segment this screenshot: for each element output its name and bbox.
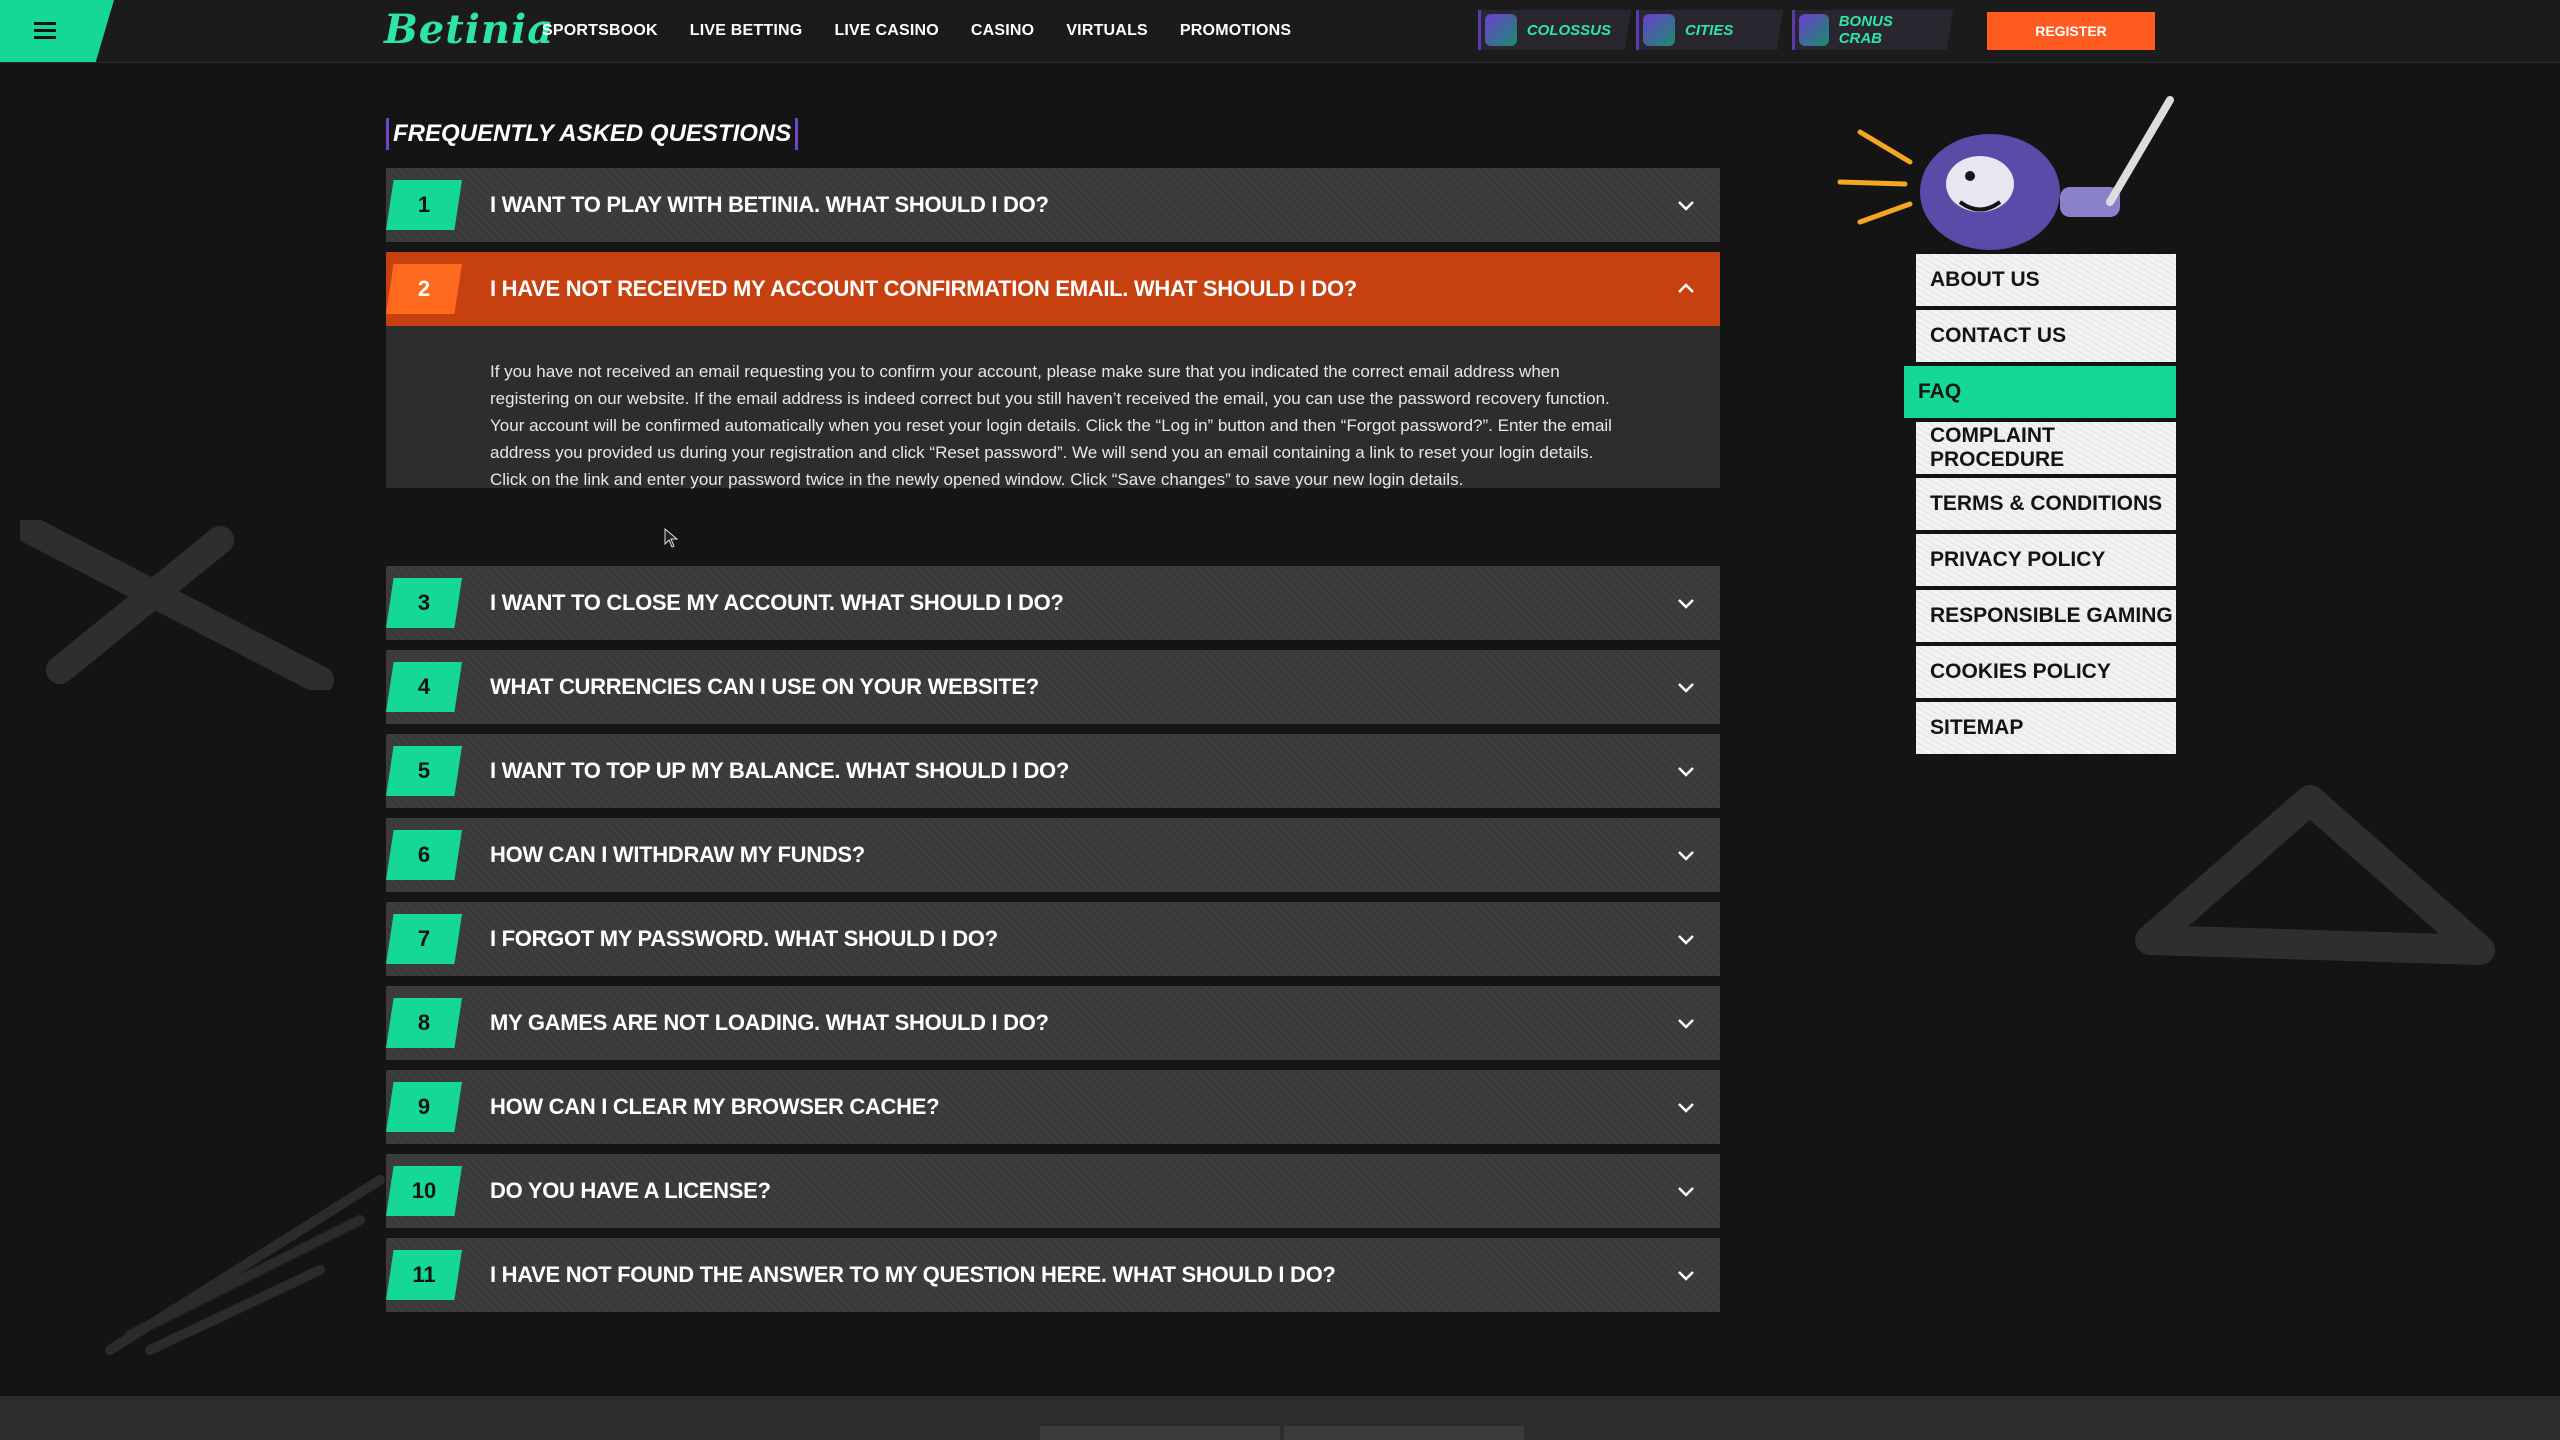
sidebar-item-sitemap[interactable]: Sitemap [1916, 702, 2176, 754]
faq-number: 11 [386, 1250, 462, 1300]
sidebar-item-privacy-policy[interactable]: Privacy policy [1916, 534, 2176, 586]
faq-question[interactable]: How can I clear my browser cache? [490, 1070, 940, 1144]
nav-live-betting[interactable]: LIVE BETTING [690, 22, 803, 40]
mouse-cursor-icon [664, 528, 679, 548]
faq-question[interactable]: I want to play with Betinia. What should… [490, 168, 1049, 242]
faq-number: 4 [386, 662, 462, 712]
faq-question-row[interactable]: 6 How can I withdraw my funds? [386, 818, 1720, 892]
faq-number: 2 [386, 264, 462, 314]
faq-question-row[interactable]: 11 I have not found the answer to my que… [386, 1238, 1720, 1312]
faq-title: FREQUENTLY ASKED QUESTIONS [386, 118, 799, 150]
chevron-down-icon[interactable] [1674, 1011, 1698, 1035]
faq-question[interactable]: Do you have a license? [490, 1154, 771, 1228]
faq-question-row[interactable]: 4 What currencies can I use on your webs… [386, 650, 1720, 724]
faq-number: 9 [386, 1082, 462, 1132]
faq-answer-text: If you have not received an email reques… [490, 362, 1612, 489]
promo-bonus-crab[interactable]: BONUS CRAB [1792, 10, 1953, 50]
faq-item-open[interactable]: 2 I have not received my account confirm… [386, 252, 1720, 489]
chevron-down-icon[interactable] [1674, 591, 1698, 615]
faq-answer: If you have not received an email reques… [386, 326, 1720, 489]
main-nav: SPORTSBOOK LIVE BETTING LIVE CASINO CASI… [542, 0, 1291, 62]
chevron-down-icon[interactable] [1674, 1095, 1698, 1119]
top-navigation-bar: Betinia SPORTSBOOK LIVE BETTING LIVE CAS… [0, 0, 2560, 63]
faq-question-row[interactable]: 10 Do you have a license? [386, 1154, 1720, 1228]
sidebar-item-cookies-policy[interactable]: Cookies policy [1916, 646, 2176, 698]
faq-number: 3 [386, 578, 462, 628]
faq-number: 7 [386, 914, 462, 964]
chevron-down-icon[interactable] [1674, 1263, 1698, 1287]
faq-item[interactable]: 7 I forgot my password. What should I do… [386, 902, 1720, 976]
promo-label: COLOSSUS [1526, 21, 1611, 39]
chevron-down-icon[interactable] [1674, 675, 1698, 699]
chevron-down-icon[interactable] [1674, 843, 1698, 867]
promo-label: CITIES [1685, 21, 1734, 39]
sidebar-item-complaint-procedure[interactable]: Complaint procedure [1916, 422, 2176, 474]
faq-item[interactable]: 9 How can I clear my browser cache? [386, 1070, 1720, 1144]
faq-item[interactable]: 6 How can I withdraw my funds? [386, 818, 1720, 892]
sidebar-item-about-us[interactable]: About us [1916, 254, 2176, 306]
faq-question-row[interactable]: 2 I have not received my account confirm… [386, 252, 1720, 326]
colossus-icon [1485, 14, 1517, 46]
cities-icon [1643, 14, 1675, 46]
chevron-down-icon[interactable] [1674, 759, 1698, 783]
x-scribble-decoration [20, 520, 334, 690]
nav-sportsbook[interactable]: SPORTSBOOK [542, 22, 658, 40]
register-button[interactable]: REGISTER [1987, 12, 2155, 50]
faq-question-row[interactable]: 3 I want to close my account. What shoul… [386, 566, 1720, 640]
triangle-scribble-decoration [2135, 785, 2495, 965]
footer-tab[interactable] [1284, 1426, 1524, 1440]
nav-promotions[interactable]: PROMOTIONS [1180, 22, 1291, 40]
faq-question-row[interactable]: 5 I want to top up my balance. What shou… [386, 734, 1720, 808]
faq-question[interactable]: I forgot my password. What should I do? [490, 902, 998, 976]
footer-tab[interactable] [1040, 1426, 1280, 1440]
faq-question[interactable]: What currencies can I use on your websit… [490, 650, 1039, 724]
faq-item[interactable]: 4 What currencies can I use on your webs… [386, 650, 1720, 724]
faq-question-row[interactable]: 1 I want to play with Betinia. What shou… [386, 168, 1720, 242]
nav-virtuals[interactable]: VIRTUALS [1066, 22, 1148, 40]
promo-label: BONUS CRAB [1838, 13, 1893, 47]
chevron-down-icon[interactable] [1674, 1179, 1698, 1203]
faq-item[interactable]: 11 I have not found the answer to my que… [386, 1238, 1720, 1312]
site-logo[interactable]: Betinia [384, 6, 554, 53]
chevron-up-icon[interactable] [1674, 277, 1698, 301]
chevron-down-icon[interactable] [1674, 193, 1698, 217]
faq-item[interactable]: 3 I want to close my account. What shoul… [386, 566, 1720, 640]
faq-number: 8 [386, 998, 462, 1048]
faq-number: 6 [386, 830, 462, 880]
menu-button[interactable] [0, 0, 114, 62]
footer [0, 1396, 2560, 1440]
faq-question[interactable]: I have not found the answer to my questi… [490, 1238, 1336, 1312]
tiger-mascot-icon [1837, 96, 2174, 250]
faq-question-row[interactable]: 8 My games are not loading. What should … [386, 986, 1720, 1060]
faq-number: 1 [386, 180, 462, 230]
faq-number: 10 [386, 1166, 462, 1216]
faq-item[interactable]: 8 My games are not loading. What should … [386, 986, 1720, 1060]
faq-item[interactable]: 5 I want to top up my balance. What shou… [386, 734, 1720, 808]
bonus-crab-icon [1799, 14, 1829, 46]
faq-question[interactable]: I want to close my account. What should … [490, 566, 1064, 640]
sidebar-item-faq[interactable]: FAQ [1904, 366, 2176, 418]
nav-casino[interactable]: CASINO [971, 22, 1034, 40]
faq-number: 5 [386, 746, 462, 796]
faq-item[interactable]: 10 Do you have a license? [386, 1154, 1720, 1228]
faq-question[interactable]: How can I withdraw my funds? [490, 818, 865, 892]
promo-colossus[interactable]: COLOSSUS [1478, 10, 1631, 50]
faq-question[interactable]: I want to top up my balance. What should… [490, 734, 1069, 808]
brush-scribble-decoration [105, 1175, 385, 1355]
faq-question[interactable]: My games are not loading. What should I … [490, 986, 1049, 1060]
sidebar-item-contact-us[interactable]: Contact us [1916, 310, 2176, 362]
nav-live-casino[interactable]: LIVE CASINO [834, 22, 938, 40]
sidebar-item-terms-conditions[interactable]: Terms & Conditions [1916, 478, 2176, 530]
promo-cities[interactable]: CITIES [1636, 10, 1783, 50]
sidebar-item-responsible-gaming[interactable]: Responsible gaming [1916, 590, 2176, 642]
chevron-down-icon[interactable] [1674, 927, 1698, 951]
hamburger-icon[interactable] [34, 22, 56, 40]
faq-question-row[interactable]: 9 How can I clear my browser cache? [386, 1070, 1720, 1144]
faq-question[interactable]: I have not received my account confirmat… [490, 252, 1357, 326]
faq-item[interactable]: 1 I want to play with Betinia. What shou… [386, 168, 1720, 242]
faq-question-row[interactable]: 7 I forgot my password. What should I do… [386, 902, 1720, 976]
